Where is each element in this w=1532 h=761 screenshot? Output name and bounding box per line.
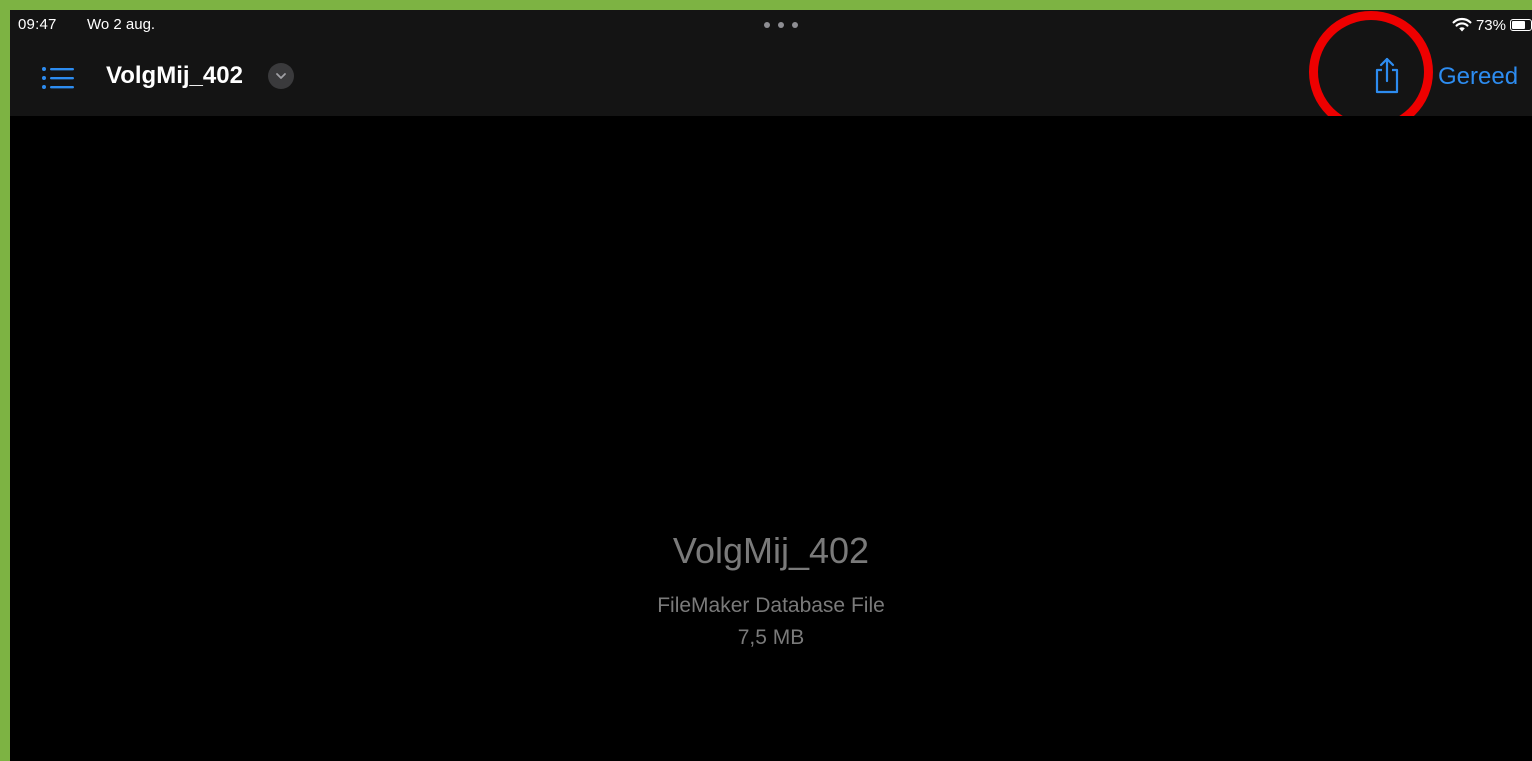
ellipsis-dots-icon[interactable] (764, 22, 798, 28)
battery-icon (1510, 19, 1532, 31)
battery-fill (1512, 21, 1525, 29)
status-time: 09:47 (18, 16, 57, 33)
file-preview-area: VolgMij_402 FileMaker Database File 7,5 … (10, 116, 1532, 761)
preview-file-type: FileMaker Database File (657, 594, 885, 617)
status-right-group: 73% (1452, 14, 1532, 36)
document-title[interactable]: VolgMij_402 (106, 62, 243, 90)
ipad-screen: 09:47 Wo 2 aug. 73% VolgMij_402 Gereed V… (10, 10, 1532, 761)
share-icon (1375, 57, 1399, 94)
list-icon[interactable] (40, 62, 76, 94)
done-button[interactable]: Gereed (1438, 63, 1518, 91)
status-bar: 09:47 Wo 2 aug. 73% (10, 10, 1532, 40)
share-button[interactable] (1372, 56, 1402, 96)
status-date: Wo 2 aug. (87, 16, 156, 33)
preview-file-size: 7,5 MB (737, 626, 805, 649)
navigation-bar: VolgMij_402 Gereed (10, 40, 1532, 116)
wifi-icon (1452, 17, 1472, 32)
preview-file-name: VolgMij_402 (672, 530, 870, 571)
title-menu-button[interactable] (268, 63, 294, 89)
chevron-down-icon (276, 73, 286, 79)
battery-percentage: 73% (1475, 16, 1506, 34)
